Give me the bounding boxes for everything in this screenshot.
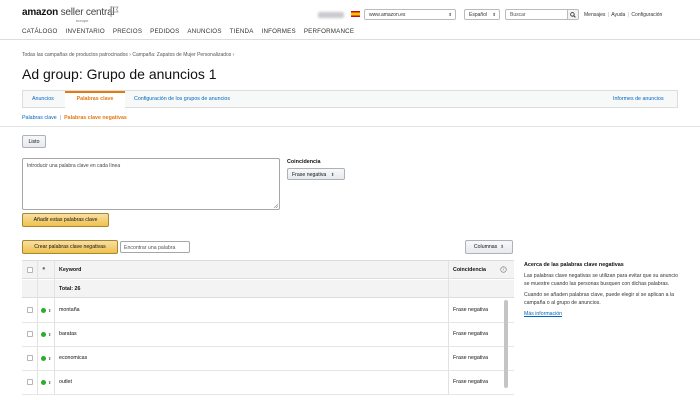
top-bar: amazon seller central europe CATÁLOGO IN… bbox=[0, 0, 700, 40]
row-checkbox[interactable] bbox=[27, 331, 33, 337]
keyword-column-header[interactable]: Keyword bbox=[59, 267, 81, 273]
tab-configuracion[interactable]: Configuración de los grupos de anuncios bbox=[134, 91, 230, 108]
nav-tienda[interactable]: TIENDA bbox=[230, 28, 254, 35]
top-links: Mensajes | Ayuda | Configuración bbox=[584, 12, 663, 18]
help-paragraph-2: Cuando se añaden palabras clave, puede e… bbox=[524, 292, 674, 306]
logo-region: europe bbox=[76, 18, 89, 23]
select-all-checkbox[interactable] bbox=[27, 267, 33, 273]
seller-central-logo[interactable]: amazon seller central bbox=[22, 7, 115, 18]
tab-palabras-clave[interactable]: Palabras clave bbox=[65, 91, 125, 109]
search-icon bbox=[570, 11, 576, 18]
help-paragraph-1: Las palabras clave negativas se utilizan… bbox=[524, 273, 678, 287]
link-mensajes[interactable]: Mensajes bbox=[584, 12, 605, 18]
table-row: ⬍ montaña Frase negativa bbox=[22, 299, 514, 323]
tab-bar: Anuncios Palabras clave Configuración de… bbox=[22, 90, 678, 109]
subtab-palabras-negativas[interactable]: Palabras clave negativas bbox=[64, 115, 127, 121]
nav-catalogo[interactable]: CATÁLOGO bbox=[22, 28, 58, 35]
table-row: ⬍ economicas Frase negativa bbox=[22, 347, 514, 371]
blurred-account-name bbox=[318, 12, 344, 18]
match-type-text: Frase negativa bbox=[453, 307, 489, 313]
resize-handle-icon[interactable] bbox=[273, 203, 278, 208]
create-negative-keywords-button[interactable]: Crear palabras clave negativas bbox=[22, 240, 118, 254]
textarea-placeholder: Introducir una palabra clave en cada lín… bbox=[27, 163, 121, 169]
match-type-text: Frase negativa bbox=[453, 331, 489, 337]
logo-bold-text: amazon bbox=[22, 7, 59, 18]
table-header: ● Keyword Coincidencia ? bbox=[22, 261, 514, 279]
nav-pedidos[interactable]: PEDIDOS bbox=[150, 28, 179, 35]
search-button[interactable] bbox=[567, 9, 579, 20]
select-arrows-icon: ⬍ bbox=[330, 172, 335, 177]
nav-precios[interactable]: PRECIOS bbox=[113, 28, 142, 35]
search-input[interactable]: Buscar bbox=[505, 9, 567, 20]
match-type-label: Coincidencia bbox=[287, 159, 321, 165]
table-scrollbar[interactable] bbox=[504, 300, 508, 388]
status-dropdown-icon[interactable]: ⬍ bbox=[48, 332, 51, 337]
columns-button[interactable]: Columnas ⬍ bbox=[465, 240, 513, 254]
flag-icon bbox=[110, 6, 119, 17]
total-count: Total: 26 bbox=[59, 286, 81, 292]
language-select[interactable]: Español ⬍ bbox=[464, 9, 500, 20]
add-keywords-button[interactable]: Añadir estas palabras clave bbox=[22, 213, 109, 227]
link-ayuda[interactable]: Ayuda bbox=[611, 12, 625, 18]
table-row: ⬍ baratas Frase negativa bbox=[22, 323, 514, 347]
total-row: Total: 26 bbox=[22, 280, 514, 298]
column-divider bbox=[448, 261, 449, 395]
table-row: ⬍ outlet Frase negativa bbox=[22, 371, 514, 395]
keyword-text: baratas bbox=[59, 331, 77, 337]
row-checkbox[interactable] bbox=[27, 355, 33, 361]
divider bbox=[0, 126, 700, 127]
nav-inventario[interactable]: INVENTARIO bbox=[66, 28, 105, 35]
marketplace-select[interactable]: www.amazon.es ⬍ bbox=[364, 9, 456, 20]
breadcrumb[interactable]: Todas las campañas de productos patrocin… bbox=[22, 52, 234, 58]
help-panel: Acerca de las palabras clave negativas L… bbox=[524, 262, 684, 317]
keyword-text: economicas bbox=[59, 355, 88, 361]
more-info-link[interactable]: Más información bbox=[524, 311, 562, 317]
select-arrows-icon: ⬍ bbox=[492, 12, 496, 17]
row-checkbox[interactable] bbox=[27, 307, 33, 313]
main-nav: CATÁLOGO INVENTARIO PRECIOS PEDIDOS ANUN… bbox=[22, 28, 354, 35]
subtab-bar: Palabras clave | Palabras clave negativas bbox=[22, 115, 127, 121]
columns-label: Columnas bbox=[473, 244, 498, 250]
status-dropdown-icon[interactable]: ⬍ bbox=[48, 356, 51, 361]
status-dropdown-icon[interactable]: ⬍ bbox=[48, 308, 51, 313]
row-checkbox[interactable] bbox=[27, 379, 33, 385]
match-type-select[interactable]: Frase negativa ⬍ bbox=[287, 168, 345, 180]
spain-flag-icon bbox=[351, 11, 360, 17]
find-keyword-input[interactable]: Encontrar una palabra bbox=[120, 241, 190, 253]
match-type-value: Frase negativa bbox=[292, 172, 327, 178]
status-active-icon[interactable] bbox=[41, 332, 46, 337]
nav-informes[interactable]: INFORMES bbox=[262, 28, 296, 35]
svg-text:?: ? bbox=[502, 267, 504, 272]
link-configuracion[interactable]: Configuración bbox=[631, 12, 662, 18]
status-dropdown-icon[interactable]: ⬍ bbox=[48, 380, 51, 385]
match-type-text: Frase negativa bbox=[453, 355, 489, 361]
column-divider bbox=[37, 261, 38, 395]
help-title: Acerca de las palabras clave negativas bbox=[524, 262, 624, 268]
match-type-text: Frase negativa bbox=[453, 379, 489, 385]
done-button[interactable]: Listo bbox=[22, 135, 46, 148]
help-icon[interactable]: ? bbox=[500, 266, 507, 273]
subtab-palabras-clave[interactable]: Palabras clave bbox=[22, 115, 57, 121]
status-header-icon: ● bbox=[42, 266, 46, 272]
language-value: Español bbox=[469, 12, 488, 18]
negative-keywords-table: ● Keyword Coincidencia ? Total: 26 ⬍ mon… bbox=[22, 260, 514, 395]
match-column-header[interactable]: Coincidencia bbox=[453, 267, 486, 273]
page-title: Ad group: Grupo de anuncios 1 bbox=[22, 66, 217, 82]
keyword-text: outlet bbox=[59, 379, 72, 385]
column-divider bbox=[54, 261, 55, 395]
tab-anuncios[interactable]: Anuncios bbox=[32, 91, 54, 108]
nav-anuncios[interactable]: ANUNCIOS bbox=[187, 28, 221, 35]
select-arrows-icon: ⬍ bbox=[448, 12, 452, 17]
keywords-textarea[interactable]: Introducir una palabra clave en cada lín… bbox=[22, 158, 280, 210]
status-active-icon[interactable] bbox=[41, 380, 46, 385]
status-active-icon[interactable] bbox=[41, 356, 46, 361]
keyword-text: montaña bbox=[59, 307, 80, 313]
select-arrows-icon: ⬍ bbox=[500, 244, 505, 249]
marketplace-value: www.amazon.es bbox=[369, 12, 406, 18]
status-active-icon[interactable] bbox=[41, 308, 46, 313]
tab-informes[interactable]: Informes de anuncios bbox=[613, 91, 664, 108]
nav-performance[interactable]: PERFORMANCE bbox=[304, 28, 354, 35]
logo-light-text: seller central bbox=[58, 7, 115, 18]
